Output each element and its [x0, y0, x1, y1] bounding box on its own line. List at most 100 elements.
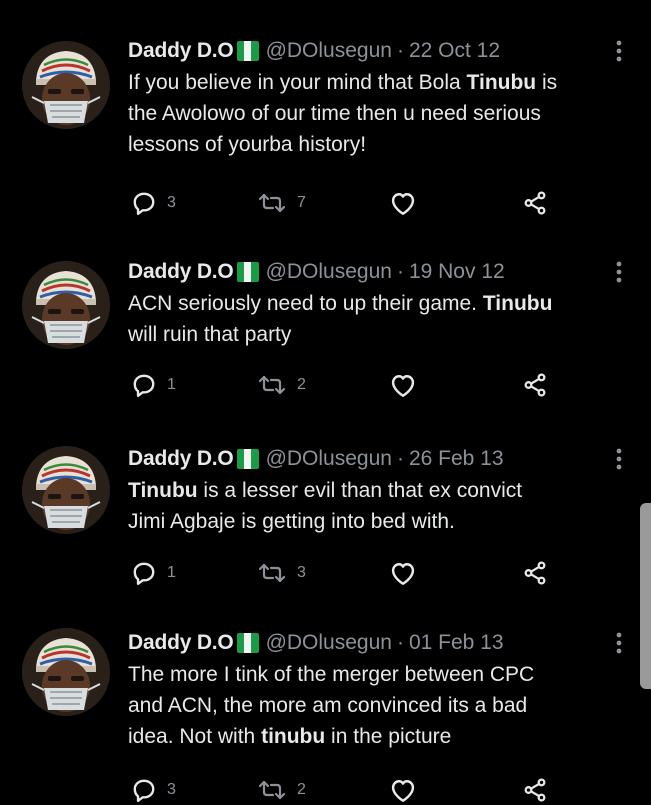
tweet-text-run: If you believe in your mind that Bola [128, 71, 467, 94]
retweet-count: 2 [297, 781, 306, 798]
reply-count: 1 [167, 376, 176, 393]
timeline: Daddy D.O @DOlusegun · 22 Oct 12 If you … [0, 0, 651, 804]
retweet-button[interactable]: 2 [257, 775, 306, 805]
tweet-text-bold: Tinubu [128, 479, 198, 502]
tweet-text: The more I tink of the merger between CP… [128, 659, 633, 752]
tweet-text-run: idea. Not with [128, 725, 262, 748]
more-vertical-icon[interactable] [606, 257, 632, 287]
tweet-text-line: ACN seriously need to up their game. Tin… [128, 288, 633, 319]
reply-button[interactable]: 3 [131, 188, 176, 218]
like-button[interactable] [389, 370, 417, 400]
share-icon [522, 777, 548, 803]
user-handle[interactable]: @DOlusegun [266, 631, 392, 655]
avatar[interactable] [22, 446, 110, 534]
tweet-text-line: Jimi Agbaje is getting into bed with. [128, 506, 633, 537]
tweet-text-line: lessons of yourba history! [128, 129, 633, 160]
display-name[interactable]: Daddy D.O [128, 631, 234, 655]
retweet-button[interactable]: 3 [257, 558, 306, 588]
reply-icon [131, 560, 157, 586]
heart-icon [389, 560, 417, 586]
tweet-text-bold: tinubu [261, 725, 326, 748]
avatar[interactable] [22, 41, 110, 129]
separator: · [396, 39, 404, 62]
tweet-text-line: If you believe in your mind that Bola Ti… [128, 67, 633, 98]
share-icon [522, 560, 548, 586]
more-vertical-icon[interactable] [606, 36, 632, 66]
share-button[interactable] [522, 775, 548, 805]
display-name[interactable]: Daddy D.O [128, 447, 234, 471]
like-button[interactable] [389, 188, 417, 218]
tweet-text-line: and ACN, the more am convinced its a bad [128, 690, 633, 721]
heart-icon [389, 372, 417, 398]
retweet-count: 2 [297, 376, 306, 393]
tweet-text-line: idea. Not with tinubu in the picture [128, 721, 633, 752]
share-icon [522, 190, 548, 216]
display-name[interactable]: Daddy D.O [128, 260, 234, 284]
user-handle[interactable]: @DOlusegun [266, 447, 392, 471]
display-name[interactable]: Daddy D.O [128, 39, 234, 63]
user-handle[interactable]: @DOlusegun [266, 39, 392, 63]
nigeria-flag-icon [236, 262, 259, 282]
separator: · [396, 447, 404, 470]
tweet-text-line: will ruin that party [128, 319, 633, 350]
retweet-icon [257, 373, 287, 397]
heart-icon [389, 190, 417, 216]
scrollbar[interactable] [640, 503, 651, 689]
tweet-text-run: will ruin that party [128, 323, 292, 346]
nigeria-flag-icon [236, 449, 259, 469]
tweet-header: Daddy D.O @DOlusegun · 26 Feb 13 [128, 444, 504, 474]
tweet-text-bold: Tinubu [466, 71, 537, 94]
tweet-text-run: Jimi Agbaje is getting into bed with. [128, 510, 455, 533]
tweet-text-run: The more I tink of the merger between CP… [128, 663, 535, 686]
nigeria-flag-icon [236, 633, 259, 653]
reply-button[interactable]: 1 [131, 370, 176, 400]
tweet-text-run: is a lesser evil than that ex convict [197, 479, 523, 502]
tweet-text-line: Tinubu is a lesser evil than that ex con… [128, 475, 633, 506]
like-button[interactable] [389, 558, 417, 588]
tweet-text-run: and ACN, the more am convinced its a bad [128, 694, 528, 717]
tweet-date[interactable]: 01 Feb 13 [409, 631, 504, 655]
avatar[interactable] [22, 628, 110, 716]
more-vertical-icon[interactable] [606, 444, 632, 474]
tweet-text-run: the Awolowo of our time then u need seri… [128, 102, 541, 125]
user-handle[interactable]: @DOlusegun [266, 260, 392, 284]
reply-count: 1 [167, 564, 176, 581]
tweet-text: ACN seriously need to up their game. Tin… [128, 288, 633, 350]
nigeria-flag-icon [236, 41, 259, 61]
tweet-date[interactable]: 22 Oct 12 [409, 39, 500, 63]
like-button[interactable] [389, 775, 417, 805]
reply-count: 3 [167, 781, 176, 798]
tweet-header: Daddy D.O @DOlusegun · 22 Oct 12 [128, 36, 500, 66]
tweet-text-bold: Tinubu [482, 292, 553, 315]
tweet-header: Daddy D.O @DOlusegun · 01 Feb 13 [128, 628, 504, 658]
reply-button[interactable]: 3 [131, 775, 176, 805]
share-button[interactable] [522, 370, 548, 400]
tweet-text-run: is [536, 71, 558, 94]
share-icon [522, 372, 548, 398]
reply-button[interactable]: 1 [131, 558, 176, 588]
tweet-text-run: in the picture [325, 725, 452, 748]
retweet-icon [257, 191, 287, 215]
retweet-count: 7 [297, 194, 306, 211]
tweet-text-run: lessons of yourba history! [128, 133, 367, 156]
retweet-icon [257, 778, 287, 802]
heart-icon [389, 777, 417, 803]
action-bar: 3 7 [0, 188, 651, 218]
tweet-text-line: The more I tink of the merger between CP… [128, 659, 633, 690]
action-bar: 3 2 [0, 775, 651, 805]
retweet-button[interactable]: 2 [257, 370, 306, 400]
avatar[interactable] [22, 261, 110, 349]
reply-icon [131, 372, 157, 398]
tweet-text: Tinubu is a lesser evil than that ex con… [128, 475, 633, 537]
tweet-text: If you believe in your mind that Bola Ti… [128, 67, 633, 160]
action-bar: 1 3 [0, 558, 651, 588]
retweet-count: 3 [297, 564, 306, 581]
retweet-button[interactable]: 7 [257, 188, 306, 218]
tweet-date[interactable]: 19 Nov 12 [409, 260, 505, 284]
share-button[interactable] [522, 558, 548, 588]
more-vertical-icon[interactable] [606, 628, 632, 658]
tweet-header: Daddy D.O @DOlusegun · 19 Nov 12 [128, 257, 505, 287]
separator: · [396, 631, 404, 654]
share-button[interactable] [522, 188, 548, 218]
tweet-date[interactable]: 26 Feb 13 [409, 447, 504, 471]
